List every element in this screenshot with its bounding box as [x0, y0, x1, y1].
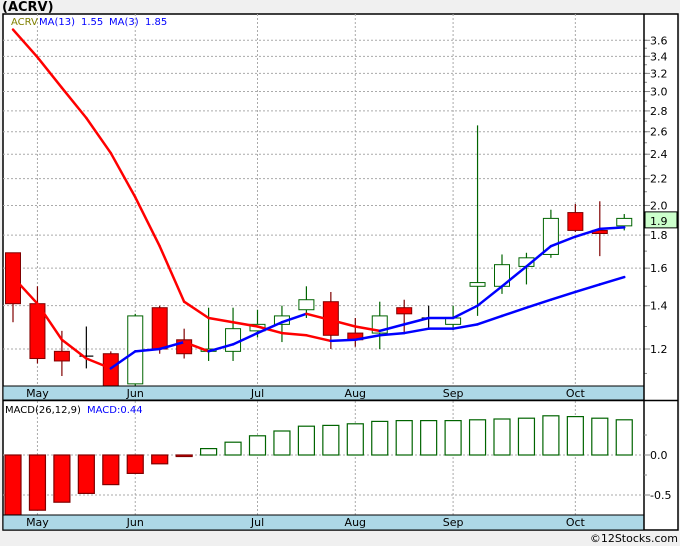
price-tick-label: 1.6 — [650, 262, 668, 275]
legend-ma13-label: MA(13) — [39, 17, 75, 28]
macd-bar — [566, 416, 584, 456]
macd-bar — [77, 454, 95, 495]
price-tick-label: 2.6 — [650, 126, 668, 139]
macd-bar — [322, 424, 340, 456]
macd-bar — [200, 448, 218, 456]
legend-symbol: ACRV — [11, 17, 38, 28]
macd-tick-label: 0.0 — [650, 449, 668, 462]
macd-bar — [542, 415, 560, 456]
month-label: Jul — [250, 387, 264, 400]
candle-down — [151, 307, 168, 350]
legend-macd-label: MACD(26,12,9) — [5, 405, 81, 416]
price-tick-label: 3.6 — [650, 34, 668, 47]
legend-macd-value: MACD:0.44 — [87, 405, 143, 416]
candle-up — [298, 299, 315, 311]
macd-tick-label: -0.5 — [650, 489, 671, 502]
price-tick-label: 2.8 — [650, 105, 668, 118]
candle-down — [53, 350, 70, 362]
macd-bar — [248, 435, 267, 456]
candle-down — [567, 212, 584, 231]
macd-bar — [4, 454, 22, 516]
macd-month-label: Oct — [566, 516, 586, 529]
macd-bar — [420, 420, 438, 456]
macd-bar — [297, 425, 315, 456]
candle-up — [616, 217, 633, 227]
candle-down — [102, 353, 119, 387]
macd-bar — [468, 419, 487, 456]
macd-bar — [395, 420, 413, 456]
macd-month-label: Jun — [126, 516, 144, 529]
macd-month-label: Aug — [345, 516, 366, 529]
price-tick-label: 2.0 — [650, 199, 668, 212]
legend-ma3-label: MA(3) — [109, 17, 139, 28]
macd-month-label: Jul — [250, 516, 264, 529]
price-tick-label: 2.2 — [650, 173, 668, 186]
month-label: Jun — [126, 387, 144, 400]
macd-x-axis — [2, 514, 645, 531]
price-x-axis — [2, 385, 645, 401]
price-tick-label: 1.4 — [650, 300, 668, 313]
candle-up — [469, 282, 486, 287]
macd-bar — [151, 454, 169, 465]
macd-bar — [615, 419, 633, 456]
copyright-footer: ©12Stocks.com — [589, 532, 678, 545]
macd-bar — [444, 420, 462, 456]
macd-bar — [126, 454, 144, 474]
macd-month-label: Sep — [443, 516, 464, 529]
macd-bar — [517, 417, 536, 456]
macd-bar — [273, 430, 291, 456]
macd-bar — [175, 454, 193, 458]
stock-chart: 3.6 3.4 3.2 3.0 2.8 2.6 2.4 2.2 2.0 1.8 1.6 1.4 1.2 M… — [2, 13, 679, 531]
month-label: Sep — [443, 387, 464, 400]
macd-bar — [591, 417, 609, 456]
macd-bar — [28, 454, 47, 511]
price-tick-label: 3.0 — [650, 86, 668, 99]
price-tick-label: 3.2 — [650, 67, 668, 80]
macd-month-label: May — [26, 516, 49, 529]
macd-bar — [224, 441, 242, 456]
price-tick-label: 1.8 — [650, 229, 668, 242]
month-label: Oct — [566, 387, 586, 400]
legend-ma3-value: 1.85 — [145, 17, 167, 28]
ma-segment-ma3 — [598, 226, 626, 231]
month-label: May — [26, 387, 49, 400]
macd-bar — [493, 418, 511, 456]
macd-bar — [346, 423, 364, 456]
candle-down — [396, 307, 413, 315]
price-tick-label: 1.2 — [650, 343, 668, 356]
price-tick-label: 2.4 — [650, 148, 668, 161]
ma-segment-ma13 — [329, 338, 357, 343]
last-price-label: 1.9 — [650, 215, 668, 228]
price-tick-label: 3.4 — [650, 50, 668, 63]
macd-bar — [53, 454, 71, 503]
month-label: Aug — [345, 387, 366, 400]
candle-up — [225, 328, 242, 352]
macd-bar — [102, 454, 120, 486]
macd-bar — [371, 420, 389, 456]
legend-ma13-value: 1.55 — [81, 17, 103, 28]
